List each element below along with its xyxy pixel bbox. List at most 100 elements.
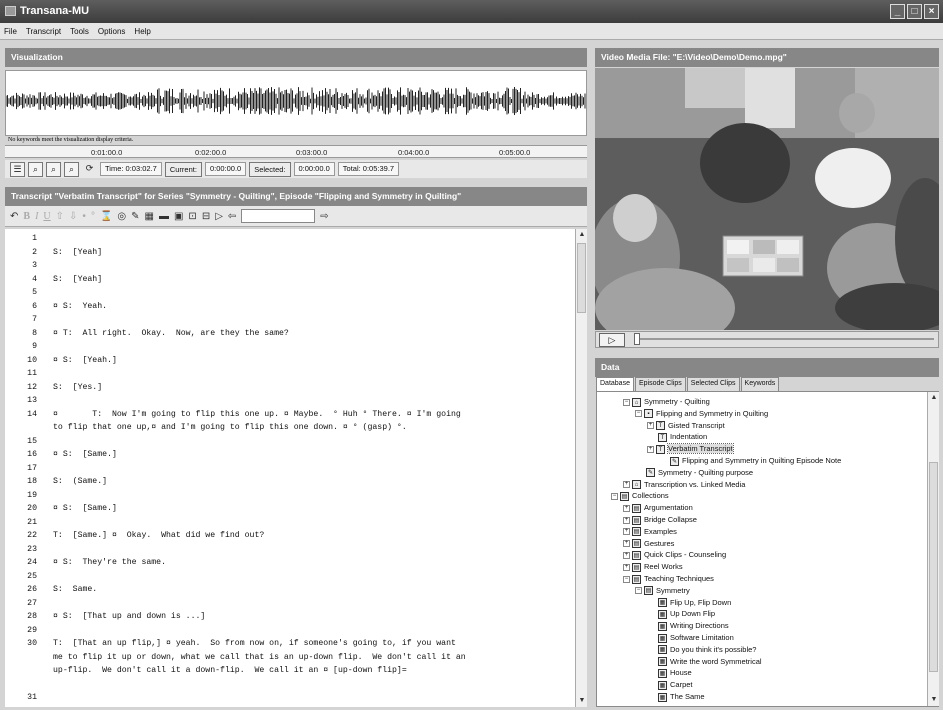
search-back-icon[interactable]: ⇦ — [228, 211, 236, 222]
transcript-editor[interactable]: 1 2 S: [Yeah] 3 4 S: [Yeah] 5 6 ¤ S: Yeah. 7 8 ¤ T:… — [5, 229, 575, 707]
waveform[interactable] — [5, 70, 587, 136]
collapse-icon[interactable]: − — [635, 410, 642, 418]
video-position-slider[interactable] — [634, 333, 640, 345]
tree-item[interactable]: ✎ Symmetry - Quilting purpose — [635, 467, 753, 479]
video-frame[interactable] — [595, 68, 939, 330]
tree-item[interactable]: − ⌂ Symmetry - Quilting — [623, 396, 710, 408]
play-icon[interactable]: ▷ — [215, 211, 223, 222]
collapse-icon[interactable]: − — [611, 492, 618, 500]
falling-intonation-icon[interactable]: ⇩ — [69, 211, 77, 222]
timecode-icon[interactable]: ⌛ — [100, 211, 112, 222]
scroll-up-icon[interactable]: ▲ — [929, 393, 939, 403]
menu-transcript[interactable]: Transcript — [26, 27, 61, 36]
tree-item[interactable]: ✎ Flipping and Symmetry in Quilting Episo… — [659, 455, 841, 467]
expand-icon[interactable]: + — [647, 422, 654, 430]
collapse-icon[interactable]: − — [623, 575, 630, 583]
search-input[interactable] — [241, 209, 316, 223]
transcript-scrollbar[interactable]: ▲ ▼ — [575, 229, 587, 707]
tree-item[interactable]: + T Gisted Transcript — [647, 420, 725, 432]
expand-icon[interactable]: + — [623, 516, 630, 524]
clip-icon[interactable]: ▬ — [159, 211, 169, 222]
tree-item[interactable]: T Indentation — [647, 431, 707, 443]
expand-icon[interactable]: + — [623, 551, 630, 559]
audio-icon[interactable]: ◎ — [117, 211, 126, 222]
close-icon[interactable]: × — [924, 4, 939, 19]
tree-item[interactable]: − ▤ Collections — [611, 490, 669, 502]
data-tabs: Database Episode Clips Selected Clips Ke… — [595, 377, 939, 392]
zoom-in-icon[interactable]: ⌕ — [28, 161, 43, 177]
selected-button[interactable]: Selected: — [249, 161, 291, 177]
tree-item[interactable]: + ▤ Quick Clips - Counseling — [623, 549, 726, 561]
tree-item[interactable]: + ▤ Examples — [623, 526, 677, 538]
scroll-down-icon[interactable]: ▼ — [929, 695, 939, 705]
menu-help[interactable]: Help — [134, 27, 150, 36]
tree-item[interactable]: ▦ Up Down Flip — [647, 608, 715, 620]
menu-tools[interactable]: Tools — [70, 27, 89, 36]
tree-item[interactable]: + ▤ Argumentation — [623, 502, 693, 514]
expand-icon[interactable]: + — [623, 540, 630, 548]
split-icon[interactable]: ⊟ — [202, 211, 210, 222]
scroll-down-icon[interactable]: ▼ — [577, 696, 587, 706]
scroll-thumb[interactable] — [577, 243, 586, 313]
menu-file[interactable]: File — [4, 27, 17, 36]
scroll-up-icon[interactable]: ▲ — [577, 230, 587, 240]
tree-item[interactable]: − ▪ Flipping and Symmetry in Quilting — [635, 408, 768, 420]
minimize-icon[interactable]: _ — [890, 4, 905, 19]
search-forward-icon[interactable]: ⇨ — [320, 211, 328, 222]
tree-item[interactable]: ▦ Writing Directions — [647, 620, 729, 632]
tab-episode-clips[interactable]: Episode Clips — [634, 377, 686, 391]
refresh-icon[interactable]: ⟳ — [82, 162, 97, 177]
tree-item[interactable]: ▦ Software Limitation — [647, 632, 734, 644]
tree-item[interactable]: ▦ Carpet — [647, 679, 693, 691]
tree-item[interactable]: + ▤ Reel Works — [623, 561, 683, 573]
tree-item[interactable]: ▦ Do you think it's possible? — [647, 644, 756, 656]
tree-item[interactable]: − ▤ Symmetry — [635, 585, 690, 597]
expand-icon[interactable]: + — [623, 481, 630, 489]
tree-item[interactable]: + ▤ Gestures — [623, 538, 674, 550]
format-icon[interactable]: ✎ — [131, 211, 139, 222]
tree-item[interactable]: + ⌂ Transcription vs. Linked Media — [623, 479, 745, 491]
scroll-thumb[interactable] — [929, 462, 938, 672]
tree-item-label: Transcription vs. Linked Media — [644, 479, 746, 489]
tree-item[interactable]: − ▤ Teaching Techniques — [623, 573, 714, 585]
tree-scrollbar[interactable]: ▲ ▼ — [927, 392, 939, 706]
tree-item-label: Symmetry - Quilting — [644, 397, 710, 406]
properties-icon[interactable]: ⊡ — [188, 211, 196, 222]
collapse-icon[interactable]: − — [623, 398, 630, 406]
zoom-reset-icon[interactable]: ⌕ — [64, 161, 79, 177]
video-position-track[interactable] — [634, 338, 934, 340]
collapse-icon[interactable]: − — [635, 587, 642, 595]
undo-icon[interactable]: ↶ — [10, 211, 18, 222]
tree-item[interactable]: ▦ House — [647, 667, 692, 679]
italic-icon[interactable]: I — [35, 211, 38, 222]
rising-intonation-icon[interactable]: ⇧ — [56, 211, 64, 222]
tree-item[interactable]: ▦ The Same — [647, 691, 705, 703]
whisper-icon[interactable]: ° — [91, 211, 95, 222]
tree-item[interactable]: + T Verbatim Transcript — [647, 443, 734, 455]
underline-icon[interactable]: U — [43, 211, 50, 222]
current-button[interactable]: Current: — [164, 161, 202, 177]
tree-item[interactable]: ▦ Write the word Symmetrical — [647, 656, 762, 668]
tree-item[interactable]: ▦ Flip Up, Flip Down — [647, 597, 731, 609]
tree-item[interactable]: + ▤ Bridge Collapse — [623, 514, 697, 526]
play-icon[interactable]: ▷ — [599, 333, 625, 347]
menu-options[interactable]: Options — [98, 27, 126, 36]
save-icon[interactable]: ▣ — [174, 211, 183, 222]
tab-keywords[interactable]: Keywords — [740, 377, 780, 391]
tab-selected-clips[interactable]: Selected Clips — [686, 377, 740, 391]
expand-icon[interactable]: + — [623, 563, 630, 571]
grid-icon[interactable]: ▦ — [145, 211, 154, 222]
database-tree[interactable]: − ⌂ Symmetry - Quilting − ▪ Flipping and Symm… — [596, 391, 939, 707]
filter-icon[interactable]: ☰ — [10, 161, 25, 177]
tab-database[interactable]: Database — [596, 377, 634, 392]
expand-icon[interactable]: + — [623, 504, 630, 512]
bold-icon[interactable]: B — [23, 211, 30, 222]
title-bar[interactable]: Transana-MU _ □ × — [0, 0, 943, 23]
audible-breath-icon[interactable]: • — [82, 211, 86, 222]
expand-icon[interactable]: + — [647, 445, 654, 453]
maximize-icon[interactable]: □ — [907, 4, 922, 19]
waveform-graph[interactable] — [6, 71, 587, 136]
collection-icon: ▤ — [632, 527, 641, 537]
expand-icon[interactable]: + — [623, 528, 630, 536]
zoom-out-icon[interactable]: ⌕ — [46, 161, 61, 177]
